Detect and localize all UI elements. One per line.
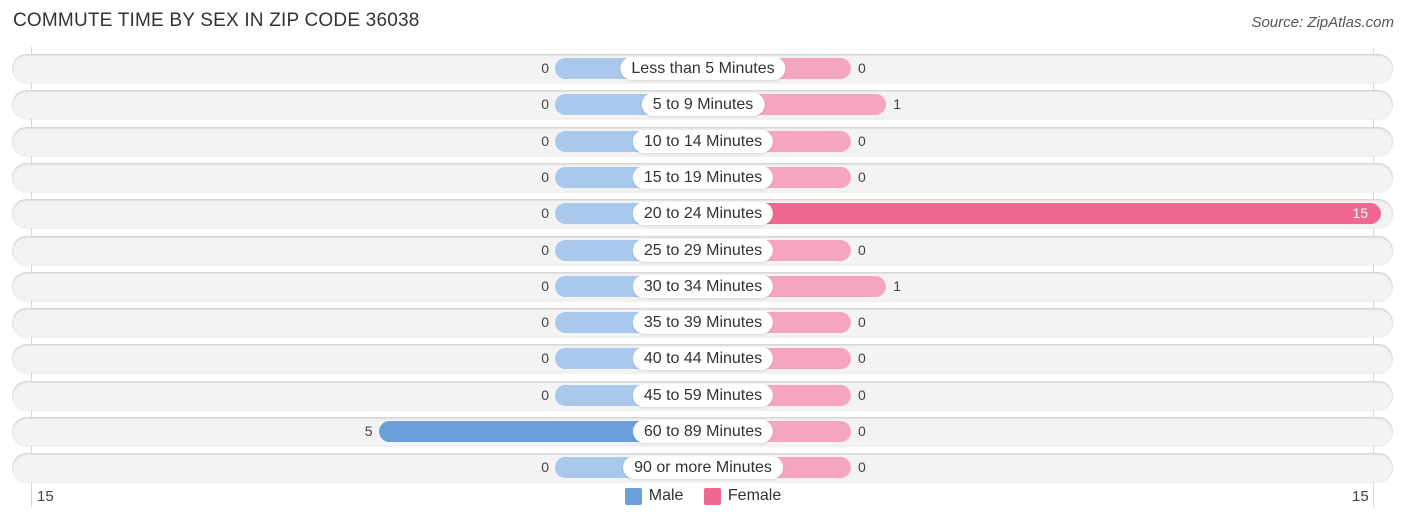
legend-label-female: Female bbox=[727, 487, 782, 504]
category-label: 60 to 89 Minutes bbox=[632, 420, 774, 443]
value-label-female: 0 bbox=[858, 60, 866, 76]
value-label-male: 0 bbox=[541, 132, 549, 149]
legend-item-male[interactable]: Male bbox=[624, 487, 684, 505]
category-label: 90 or more Minutes bbox=[623, 456, 783, 480]
category-label: 45 to 59 Minutes bbox=[632, 383, 774, 407]
chart-title: COMMUTE TIME BY SEX IN ZIP CODE 36038 bbox=[13, 10, 420, 31]
value-label-female: 15 bbox=[1352, 205, 1369, 222]
value-label-female: 0 bbox=[858, 459, 866, 476]
value-label-male: 0 bbox=[541, 386, 549, 403]
category-label: Less than 5 Minutes bbox=[620, 57, 786, 80]
legend-swatch-male bbox=[624, 487, 642, 505]
legend-item-female[interactable]: Female bbox=[703, 487, 782, 505]
value-label-male: 0 bbox=[541, 350, 549, 367]
value-label-female: 0 bbox=[858, 241, 866, 258]
category-label: 20 to 24 Minutes bbox=[632, 202, 774, 226]
value-label-female: 0 bbox=[858, 350, 866, 367]
value-label-male: 0 bbox=[541, 205, 549, 222]
value-label-male: 0 bbox=[541, 60, 549, 76]
legend: Male Female bbox=[0, 487, 1406, 510]
legend-swatch-female bbox=[703, 487, 721, 505]
source-label: Source: ZipAtlas.com bbox=[1251, 14, 1394, 31]
value-label-male: 0 bbox=[541, 277, 549, 294]
value-label-female: 0 bbox=[858, 314, 866, 331]
category-label: 10 to 14 Minutes bbox=[632, 129, 774, 153]
value-label-male: 0 bbox=[541, 314, 549, 331]
category-label: 15 to 19 Minutes bbox=[632, 165, 774, 189]
value-label-male: 0 bbox=[541, 459, 549, 476]
legend-label-male: Male bbox=[648, 487, 684, 504]
bar-female[interactable] bbox=[703, 203, 1381, 225]
value-label-male: 0 bbox=[541, 241, 549, 258]
value-label-female: 0 bbox=[858, 132, 866, 149]
category-label: 35 to 39 Minutes bbox=[632, 311, 774, 335]
value-label-female: 0 bbox=[858, 386, 866, 403]
value-label-female: 0 bbox=[858, 168, 866, 185]
category-label: 30 to 34 Minutes bbox=[632, 274, 774, 298]
category-label: 40 to 44 Minutes bbox=[632, 347, 774, 371]
value-label-female: 0 bbox=[858, 423, 866, 439]
value-label-male: 5 bbox=[364, 423, 373, 439]
value-label-male: 0 bbox=[541, 168, 549, 185]
value-label-male: 0 bbox=[541, 96, 549, 113]
category-label: 25 to 29 Minutes bbox=[632, 238, 774, 262]
value-label-female: 1 bbox=[893, 277, 902, 294]
value-label-female: 1 bbox=[893, 96, 902, 113]
category-label: 5 to 9 Minutes bbox=[641, 93, 765, 117]
